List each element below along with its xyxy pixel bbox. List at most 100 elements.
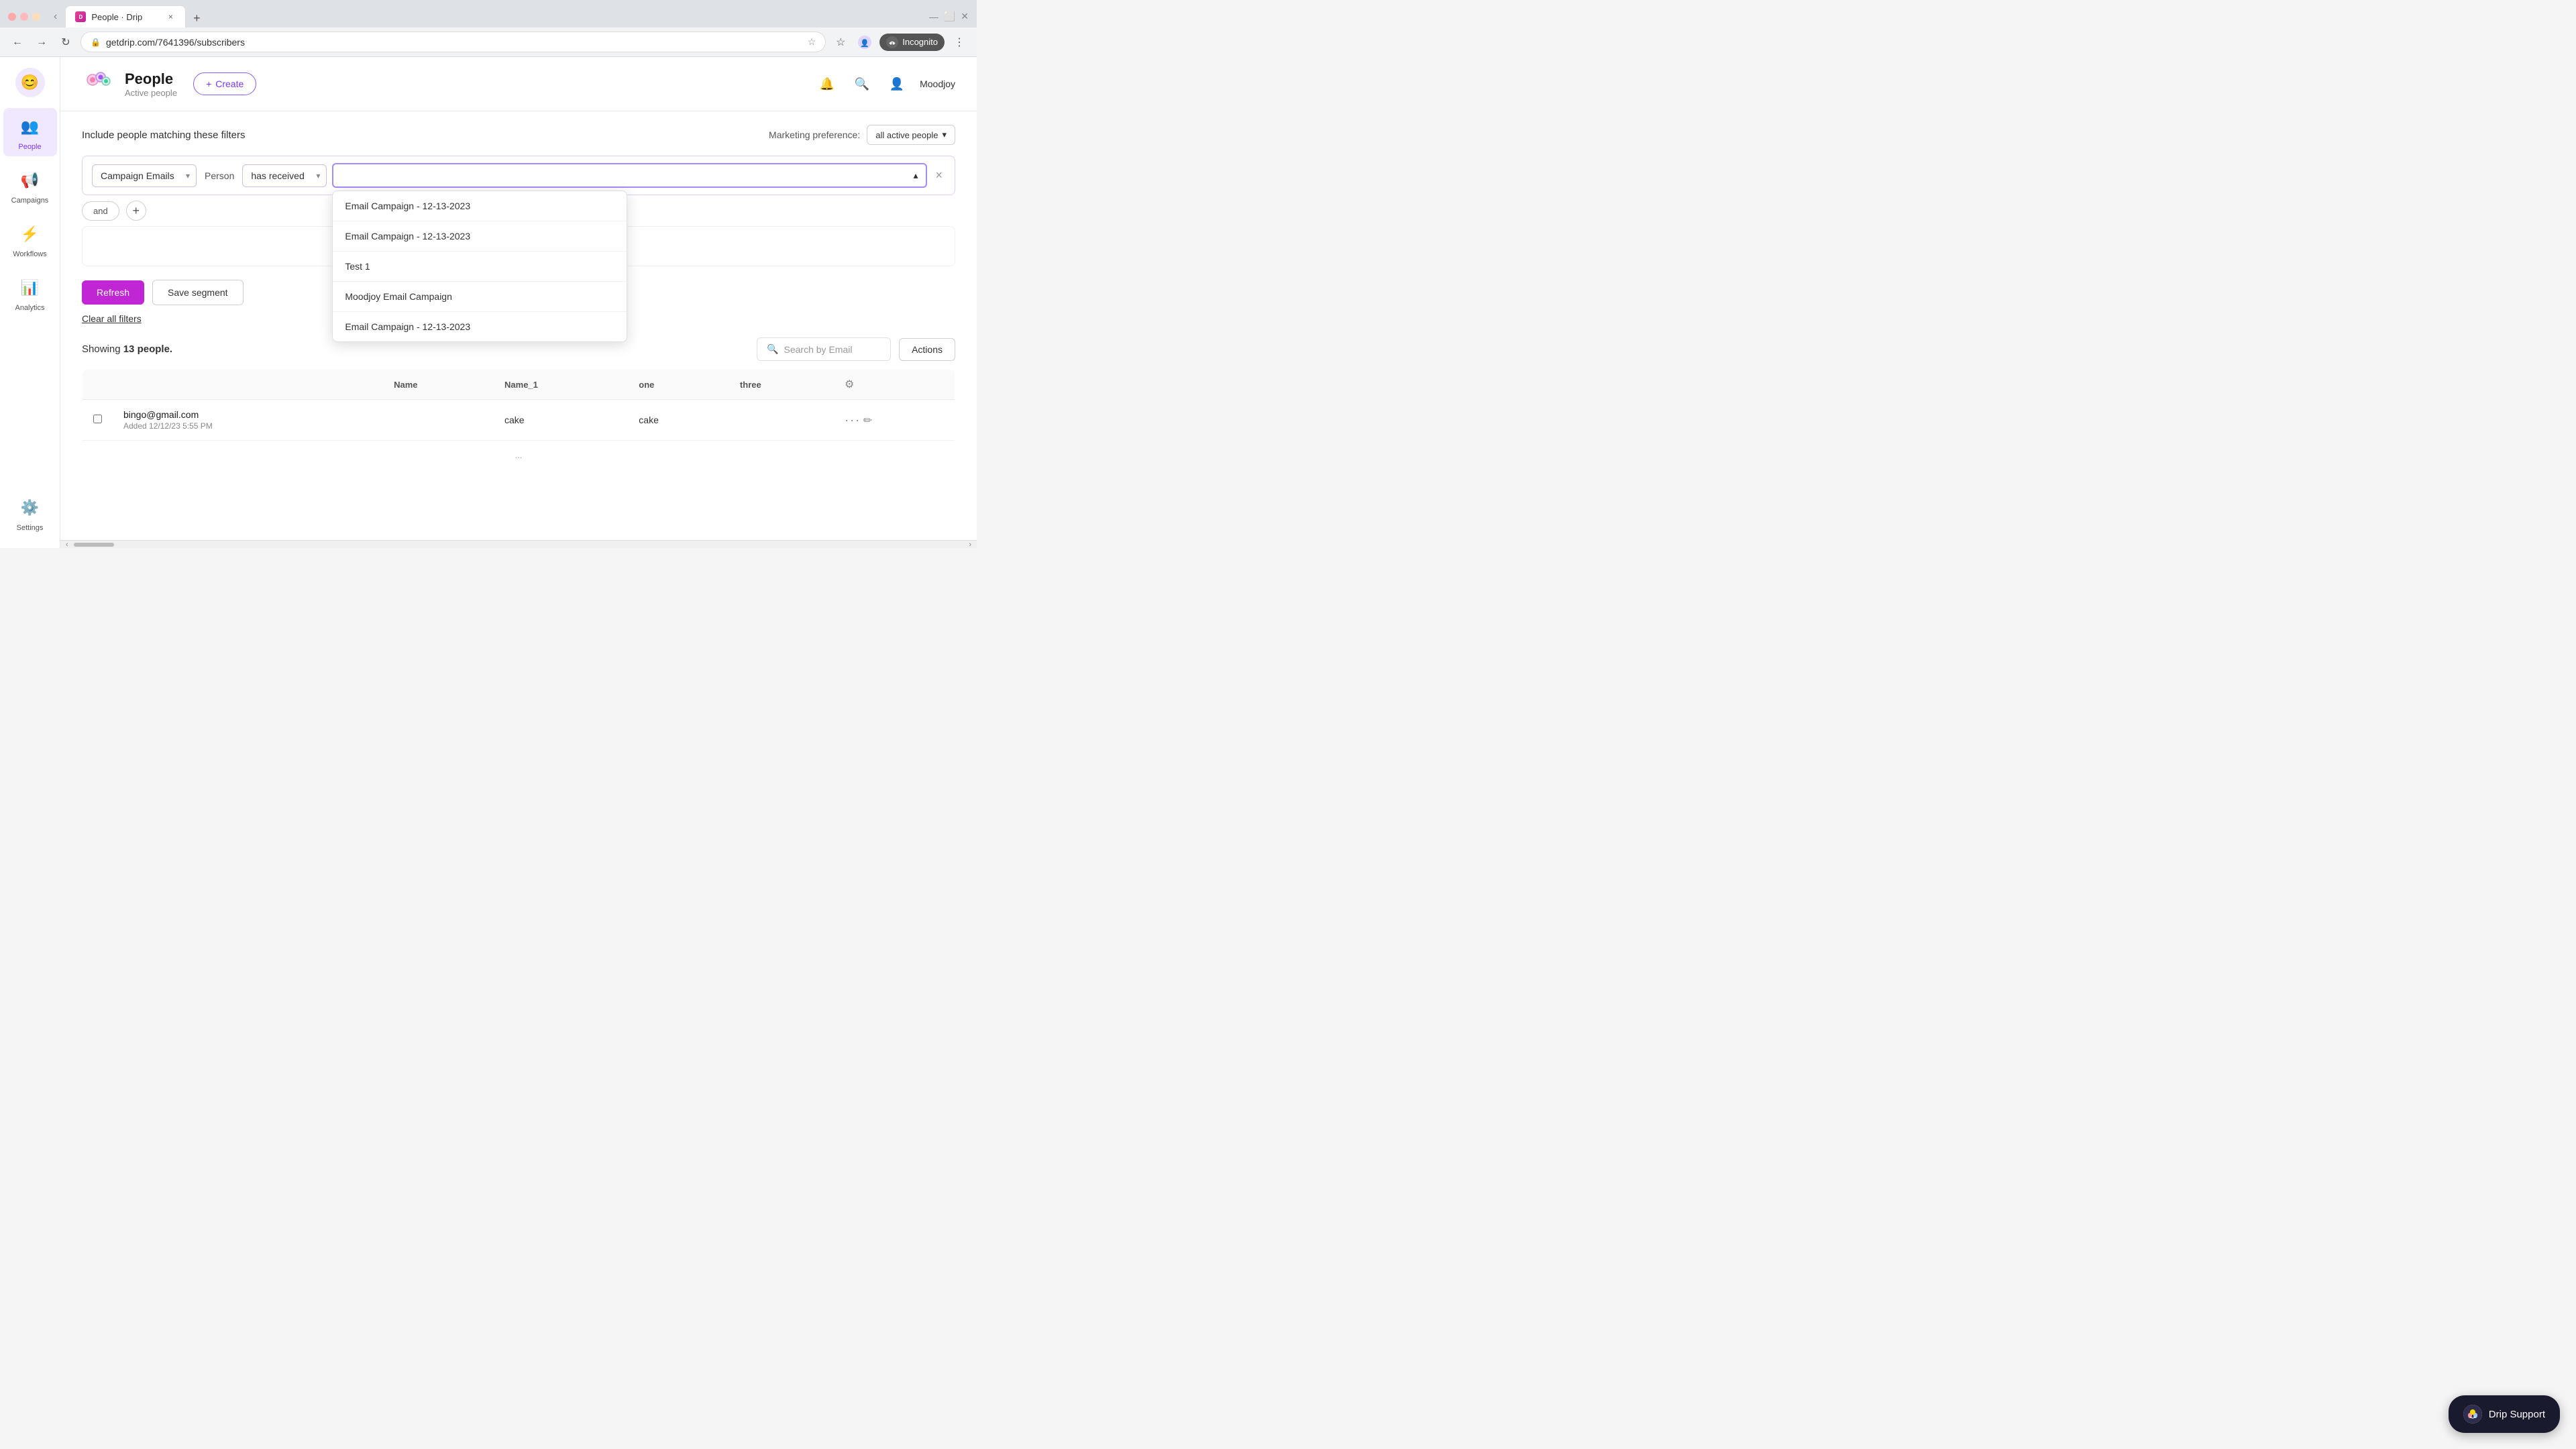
url-display: getdrip.com/7641396/subscribers — [106, 37, 802, 48]
actions-button[interactable]: Actions — [899, 338, 955, 361]
showing-text: Showing 13 people. — [82, 343, 172, 355]
row-one: cake — [628, 400, 729, 441]
row-edit-button[interactable]: ✏ — [863, 414, 872, 427]
campaign-option-4[interactable]: Email Campaign - 12-13-2023 — [333, 312, 627, 341]
col-settings[interactable]: ⚙ — [834, 370, 955, 400]
table-row: bingo@gmail.com Added 12/12/23 5:55 PM c… — [83, 400, 955, 441]
browser-chrome: ‹ D People · Drip × + — ⬜ ✕ ← → ↻ 🔒 getd… — [0, 0, 977, 57]
sidebar: 😊 👥 People 📢 Campaigns ⚡ Workflows 📊 Ana… — [0, 57, 60, 548]
col-email — [113, 370, 383, 400]
minimize-icon[interactable]: — — [929, 11, 938, 22]
campaign-option-3[interactable]: Moodjoy Email Campaign — [333, 282, 627, 312]
scrollbar-thumb[interactable] — [74, 543, 114, 547]
restore-icon[interactable]: ⬜ — [944, 11, 955, 22]
scroll-left-arrow[interactable]: ‹ — [66, 541, 68, 549]
refresh-button[interactable]: Refresh — [82, 280, 144, 305]
filter-type-wrap: Campaign Emails — [92, 164, 197, 187]
clear-filters-link[interactable]: Clear all filters — [82, 313, 142, 324]
profile-button[interactable]: 👤 — [855, 33, 874, 52]
campaign-dropdown-trigger[interactable]: ▴ — [332, 163, 927, 188]
campaign-option-0[interactable]: Email Campaign - 12-13-2023 — [333, 191, 627, 221]
filter-condition-select[interactable]: has received — [242, 164, 327, 187]
active-tab[interactable]: D People · Drip × — [65, 5, 186, 28]
col-name1[interactable]: Name_1 — [494, 370, 628, 400]
more-button[interactable]: ⋮ — [950, 33, 969, 52]
scroll-right-arrow[interactable]: › — [969, 541, 971, 549]
tab-title: People · Drip — [91, 12, 142, 22]
drip-support-button[interactable]: Drip Support — [2449, 1395, 2560, 1433]
filter-condition-wrap: has received — [242, 164, 327, 187]
save-segment-button[interactable]: Save segment — [152, 280, 244, 305]
sidebar-label-campaigns: Campaigns — [11, 197, 49, 205]
filter-person: Person — [202, 170, 237, 181]
search-button[interactable]: 🔍 — [850, 72, 874, 96]
sidebar-item-campaigns[interactable]: 📢 Campaigns — [3, 162, 57, 210]
horizontal-scrollbar[interactable]: ‹ › — [60, 540, 977, 548]
filters-header: Include people matching these filters Ma… — [82, 125, 955, 145]
bookmark-button[interactable]: ☆ — [831, 33, 850, 52]
incognito-badge[interactable]: Incognito — [879, 34, 945, 51]
sidebar-label-people: People — [18, 143, 41, 151]
tab-close-btn[interactable]: × — [165, 11, 176, 22]
settings-icon: ⚙️ — [17, 494, 44, 521]
user-icon: 👤 — [890, 77, 904, 91]
address-bar[interactable]: 🔒 getdrip.com/7641396/subscribers ☆ — [80, 32, 826, 52]
col-one[interactable]: one — [628, 370, 729, 400]
forward-button[interactable]: → — [32, 33, 51, 52]
filter-type-select[interactable]: Campaign Emails — [92, 164, 197, 187]
analytics-icon: 📊 — [17, 274, 44, 301]
campaign-option-2[interactable]: Test 1 — [333, 252, 627, 282]
sidebar-label-analytics: Analytics — [15, 304, 44, 312]
create-button[interactable]: + Create — [193, 72, 256, 95]
and-badge[interactable]: and — [82, 201, 119, 221]
reload-button[interactable]: ↻ — [56, 33, 75, 52]
svg-text:👤: 👤 — [860, 39, 869, 48]
add-filter-button[interactable]: + — [126, 201, 146, 221]
table-row-placeholder: ... — [83, 441, 955, 470]
page-header: People Active people + Create 🔔 🔍 👤 Mood… — [60, 57, 977, 111]
header-right: 🔔 🔍 👤 Moodjoy — [815, 72, 955, 96]
sidebar-item-settings[interactable]: ⚙️ Settings — [3, 489, 57, 537]
sidebar-label-workflows: Workflows — [13, 250, 47, 258]
sidebar-item-analytics[interactable]: 📊 Analytics — [3, 269, 57, 317]
page-subtitle: Active people — [125, 88, 177, 98]
page-title-group: People Active people — [125, 70, 177, 98]
star-icon[interactable]: ☆ — [808, 36, 816, 48]
checkbox-header — [83, 370, 113, 400]
row-checkbox[interactable] — [83, 400, 113, 441]
table-controls: 🔍 Search by Email Actions — [757, 337, 955, 361]
app-container: 😊 👥 People 📢 Campaigns ⚡ Workflows 📊 Ana… — [0, 57, 977, 548]
window-close-btn[interactable] — [8, 13, 16, 21]
table-header-row-element: Name Name_1 one three ⚙ — [83, 370, 955, 400]
tab-favicon: D — [75, 11, 86, 22]
filters-area: Include people matching these filters Ma… — [60, 111, 977, 540]
search-box[interactable]: 🔍 Search by Email — [757, 337, 891, 361]
tab-chevron-left[interactable]: ‹ — [51, 8, 60, 25]
close-icon[interactable]: ✕ — [961, 11, 969, 22]
showing-count: 13 people. — [123, 343, 172, 355]
search-placeholder: Search by Email — [784, 344, 853, 355]
row-three — [729, 400, 834, 441]
campaigns-icon: 📢 — [17, 167, 44, 194]
window-minimize-btn[interactable] — [20, 13, 28, 21]
col-three[interactable]: three — [729, 370, 834, 400]
table-section: Showing 13 people. 🔍 Search by Email Act… — [82, 337, 955, 470]
new-tab-button[interactable]: + — [187, 9, 206, 28]
user-profile-button[interactable]: 👤 — [885, 72, 909, 96]
select-row-checkbox[interactable] — [93, 415, 102, 423]
col-name[interactable]: Name — [383, 370, 494, 400]
window-maximize-btn[interactable] — [32, 13, 40, 21]
notifications-button[interactable]: 🔔 — [815, 72, 839, 96]
row-more-button[interactable]: ··· — [845, 413, 861, 427]
campaign-chevron-up-icon: ▴ — [913, 170, 918, 181]
sidebar-item-people[interactable]: 👥 People — [3, 108, 57, 156]
marketing-dropdown[interactable]: all active people ▾ — [867, 125, 955, 145]
back-button[interactable]: ← — [8, 33, 27, 52]
column-settings-button[interactable]: ⚙ — [845, 378, 854, 391]
people-icon: 👥 — [17, 113, 44, 140]
campaign-option-1[interactable]: Email Campaign - 12-13-2023 — [333, 221, 627, 252]
filters-title: Include people matching these filters — [82, 129, 245, 141]
browser-toolbar: ← → ↻ 🔒 getdrip.com/7641396/subscribers … — [0, 28, 977, 56]
filter-close-button[interactable]: × — [932, 166, 945, 185]
sidebar-item-workflows[interactable]: ⚡ Workflows — [3, 215, 57, 264]
